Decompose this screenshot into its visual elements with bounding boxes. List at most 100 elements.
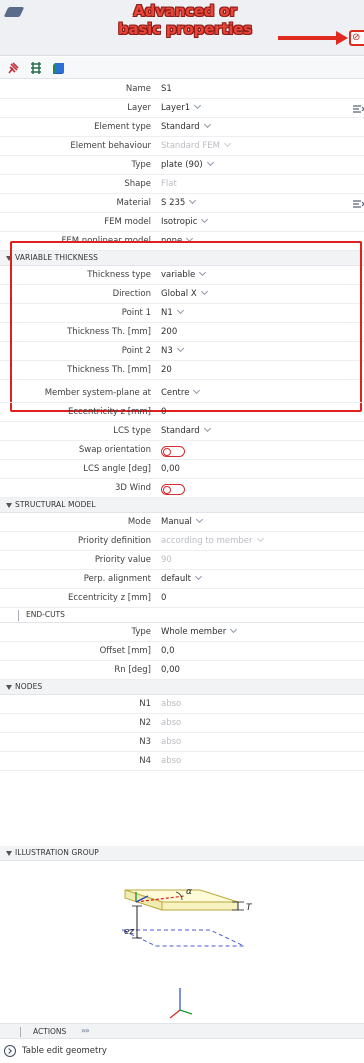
row-thickness2[interactable]: Thickness Th. [mm] 20 (0, 361, 364, 380)
section-structural-model[interactable]: STRUCTURAL MODEL (0, 498, 364, 513)
node-value: abso (161, 718, 182, 728)
chevron-down-icon (199, 268, 207, 277)
row-eccentricity[interactable]: Eccentricity z [mm] 0 (0, 403, 364, 422)
rn-input[interactable]: 0,00 (161, 665, 180, 675)
row-member-plane[interactable]: Member system-plane at Centre (0, 384, 364, 403)
row-node-n2: N2 abso (0, 714, 364, 733)
row-lcs-type[interactable]: LCS type Standard (0, 422, 364, 441)
row-thickness-type[interactable]: Thickness type variable (0, 266, 364, 285)
section-indent-bar (20, 1027, 21, 1037)
row-rn[interactable]: Rn [deg] 0,00 (0, 661, 364, 680)
advanced-properties-toggle-button[interactable]: ⊘ (349, 30, 364, 46)
thickness-type-dropdown[interactable]: variable (161, 268, 207, 280)
row-lcs-angle[interactable]: LCS angle [deg] 0,00 (0, 460, 364, 479)
layers-icon[interactable] (29, 61, 43, 75)
fem-model-label: FEM model (104, 217, 151, 227)
list-edit-icon[interactable] (353, 104, 364, 114)
thickness2-input[interactable]: 20 (161, 365, 172, 375)
member-plane-dropdown[interactable]: Centre (161, 386, 201, 398)
type-dropdown[interactable]: plate (90) (161, 158, 214, 170)
direction-label: Direction (112, 289, 151, 299)
lcs-angle-label: LCS angle [deg] (83, 464, 151, 474)
lcs-angle-input[interactable]: 0,00 (161, 464, 180, 474)
section-illustration-group[interactable]: ILLUSTRATION GROUP (0, 846, 364, 861)
collapse-triangle-icon (6, 503, 12, 508)
thickness1-label: Thickness Th. [mm] (67, 327, 151, 337)
name-value[interactable]: S1 (161, 84, 172, 94)
row-eccentricity-sm[interactable]: Eccentricity z [mm] 0 (0, 589, 364, 608)
row-thickness1[interactable]: Thickness Th. [mm] 200 (0, 323, 364, 342)
shape-label: Shape (124, 179, 151, 189)
eccentricity-sm-input[interactable]: 0 (161, 593, 166, 603)
member-plane-value: Centre (161, 388, 190, 398)
swap-orientation-toggle[interactable] (161, 446, 185, 457)
table-edit-geometry-action[interactable]: Table edit geometry (0, 1040, 364, 1063)
chevron-down-icon (230, 625, 238, 634)
endcut-type-dropdown[interactable]: Whole member (161, 625, 238, 637)
list-edit-icon[interactable] (353, 199, 364, 209)
t-dimension-label: T (246, 903, 253, 913)
row-node-n4: N4 abso (0, 752, 364, 771)
row-3d-wind[interactable]: 3D Wind (0, 479, 364, 498)
chevron-down-icon (256, 534, 264, 543)
lcs-type-dropdown[interactable]: Standard (161, 424, 211, 436)
row-swap-orientation[interactable]: Swap orientation (0, 441, 364, 460)
element-behaviour-value: Standard FEM (161, 141, 220, 151)
fem-nonlinear-label: FEM nonlinear model (61, 236, 151, 246)
double-chevron-right-icon[interactable]: »» (81, 1026, 90, 1035)
3d-wind-toggle[interactable] (161, 484, 185, 495)
alpha-angle-label: α (186, 887, 192, 897)
section-title: NODES (15, 682, 43, 691)
row-priority-definition: Priority definition according to member (0, 532, 364, 551)
row-layer[interactable]: Layer Layer1 (0, 99, 364, 118)
chevron-down-icon (193, 386, 201, 395)
element-behaviour-dropdown: Standard FEM (161, 139, 232, 151)
fem-model-dropdown[interactable]: Isotropic (161, 215, 209, 227)
mode-dropdown[interactable]: Manual (161, 515, 203, 527)
row-fem-nonlinear[interactable]: FEM nonlinear model none (0, 232, 364, 251)
thickness1-input[interactable]: 200 (161, 327, 177, 337)
point1-dropdown[interactable]: N1 (161, 306, 184, 318)
plate-icon (3, 7, 25, 17)
chevron-down-icon (203, 424, 211, 433)
row-point2[interactable]: Point 2 N3 (0, 342, 364, 361)
section-actions[interactable]: ACTIONS »» (0, 1023, 364, 1039)
type-label: Type (131, 160, 151, 170)
row-fem-model[interactable]: FEM model Isotropic (0, 213, 364, 232)
point2-dropdown[interactable]: N3 (161, 344, 184, 356)
pin-icon[interactable] (6, 61, 20, 75)
section-title: VARIABLE THICKNESS (15, 253, 99, 262)
row-offset[interactable]: Offset [mm] 0,0 (0, 642, 364, 661)
perp-alignment-dropdown[interactable]: default (161, 572, 202, 584)
chevron-down-icon (194, 572, 202, 581)
direction-dropdown[interactable]: Global X (161, 287, 208, 299)
layer-dropdown[interactable]: Layer1 (161, 101, 202, 113)
row-perp-alignment[interactable]: Perp. alignment default (0, 570, 364, 589)
offset-input[interactable]: 0,0 (161, 646, 175, 656)
section-end-cuts[interactable]: END-CUTS (0, 608, 364, 623)
row-type[interactable]: Type plate (90) (0, 156, 364, 175)
actions-title: ACTIONS (33, 1027, 67, 1036)
annotation-line1: Advanced or (133, 2, 237, 20)
collapse-triangle-icon (6, 685, 12, 690)
row-point1[interactable]: Point 1 N1 (0, 304, 364, 323)
thickness2-label: Thickness Th. [mm] (67, 365, 151, 375)
element-type-dropdown[interactable]: Standard (161, 120, 211, 132)
fem-nonlinear-dropdown[interactable]: none (161, 234, 194, 246)
priority-value: 90 (161, 555, 172, 565)
row-name[interactable]: Name S1 (0, 80, 364, 99)
material-dropdown[interactable]: S 235 (161, 196, 197, 208)
row-direction[interactable]: Direction Global X (0, 285, 364, 304)
eccentricity-input[interactable]: 0 (161, 407, 166, 417)
section-nodes[interactable]: NODES (0, 680, 364, 695)
chevron-down-icon (203, 120, 211, 129)
section-variable-thickness[interactable]: VARIABLE THICKNESS (0, 251, 364, 266)
row-material[interactable]: Material S 235 (0, 194, 364, 213)
row-endcut-type[interactable]: Type Whole member (0, 623, 364, 642)
row-mode[interactable]: Mode Manual (0, 513, 364, 532)
cube-icon[interactable] (52, 61, 66, 75)
chevron-down-icon (200, 287, 208, 296)
rn-label: Rn [deg] (114, 665, 151, 675)
material-value: S 235 (161, 198, 186, 208)
row-element-type[interactable]: Element type Standard (0, 118, 364, 137)
